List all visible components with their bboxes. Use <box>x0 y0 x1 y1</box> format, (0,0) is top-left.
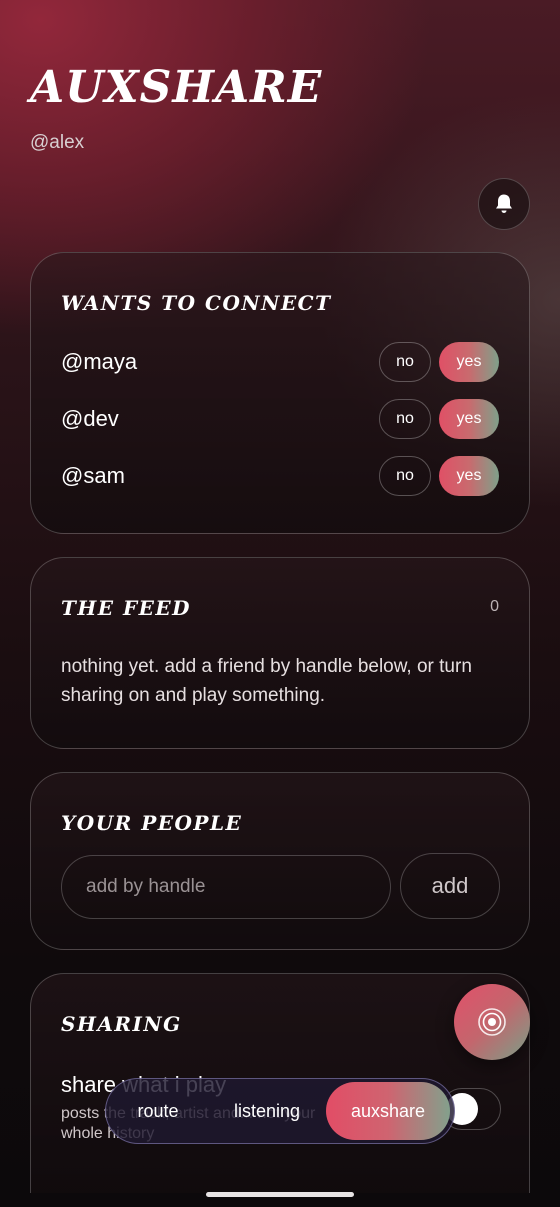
request-row: @maya no yes <box>61 342 499 382</box>
home-indicator <box>206 1192 354 1197</box>
notifications-button[interactable] <box>478 178 530 230</box>
nav-route[interactable]: route <box>108 1082 208 1140</box>
accept-button[interactable]: yes <box>439 399 499 439</box>
feed-title: the feed <box>61 596 192 620</box>
add-friend-button[interactable]: add <box>400 853 500 919</box>
request-handle: @dev <box>61 406 119 431</box>
feed-card: the feed 0 nothing yet. add a friend by … <box>30 557 530 749</box>
broadcast-icon <box>478 1008 506 1036</box>
request-handle: @maya <box>61 349 138 374</box>
people-title: your people <box>61 811 243 835</box>
decline-button[interactable]: no <box>379 342 431 382</box>
bottom-nav: route listening auxshare <box>105 1078 455 1144</box>
connect-title: wants to connect <box>61 291 332 315</box>
accept-button[interactable]: yes <box>439 456 499 496</box>
user-handle: @alex <box>30 132 85 153</box>
nav-listening[interactable]: listening <box>208 1082 326 1140</box>
request-handle: @sam <box>61 463 125 488</box>
nav-auxshare[interactable]: auxshare <box>326 1082 450 1140</box>
accept-button[interactable]: yes <box>439 342 499 382</box>
request-row: @dev no yes <box>61 399 499 439</box>
people-card: your people add <box>30 772 530 950</box>
request-row: @sam no yes <box>61 456 499 496</box>
bell-icon <box>496 194 512 213</box>
broadcast-button[interactable] <box>454 984 530 1060</box>
sharing-title: sharing <box>61 1012 182 1036</box>
decline-button[interactable]: no <box>379 456 431 496</box>
add-handle-input[interactable] <box>61 855 391 919</box>
decline-button[interactable]: no <box>379 399 431 439</box>
feed-empty-text: nothing yet. add a friend by handle belo… <box>61 656 472 706</box>
app-title: AUXSHARE <box>30 62 323 113</box>
connect-card: wants to connect @maya no yes @dev no ye… <box>30 252 530 534</box>
feed-count: 0 <box>490 598 499 615</box>
